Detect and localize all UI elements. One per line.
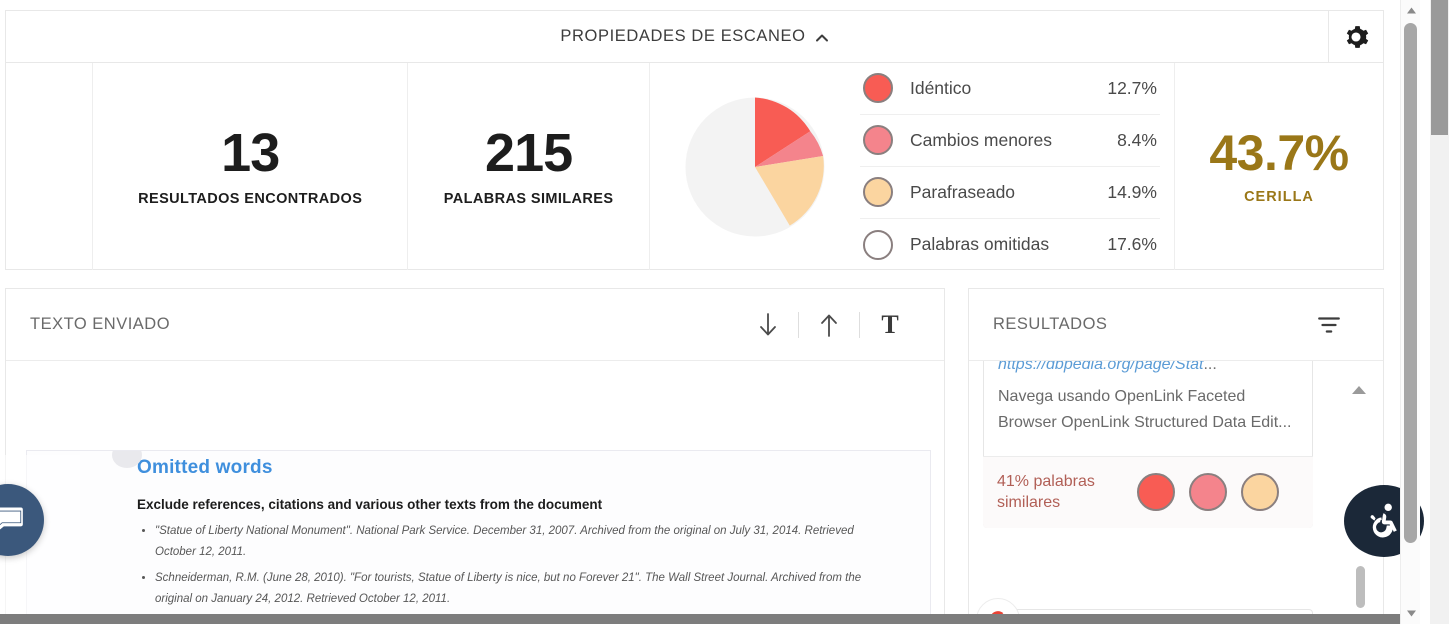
pie-chart <box>650 88 860 246</box>
match-dot-identical[interactable] <box>1137 473 1175 512</box>
result-url-text: https://dbpedia.org/page/Stat <box>998 361 1204 373</box>
legend-item-cambios-menores[interactable]: Cambios menores 8.4% <box>859 115 1160 167</box>
app-root: PROPIEDADES DE ESCANEO 13 RESULTADOS ENC… <box>0 0 1449 624</box>
wheelchair-icon <box>1370 503 1397 538</box>
filter-icon[interactable] <box>1299 305 1359 345</box>
legend-item-parafraseado[interactable]: Parafraseado 14.9% <box>859 167 1160 219</box>
submitted-text-title: TEXTO ENVIADO <box>30 315 171 333</box>
document-reference-list: "Statue of Liberty National Monument". N… <box>137 521 890 624</box>
legend-color-dot <box>862 229 893 260</box>
legend-percent: 14.9% <box>1107 181 1157 202</box>
submitted-text-header: TEXTO ENVIADO T <box>6 289 944 361</box>
text-format-icon[interactable]: T <box>860 305 920 345</box>
legend-label: Parafraseado <box>909 181 1016 202</box>
scan-properties-header[interactable]: PROPIEDADES DE ESCANEO <box>6 11 1383 63</box>
score-value: 43.7% <box>1209 125 1349 181</box>
result-match-percent: 41% palabras similares <box>997 472 1095 512</box>
page-scrollbar[interactable] <box>1430 0 1449 624</box>
legend-label: Palabras omitidas <box>909 234 1050 254</box>
list-item: "Statue of Liberty National Monument". N… <box>155 521 890 564</box>
document-body: Omitted words Exclude references, citati… <box>27 451 930 624</box>
results-title: RESULTADOS <box>993 315 1108 333</box>
results-panel: RESULTADOS https://dbpedia.org/page/Stat… <box>968 288 1384 624</box>
download-icon[interactable] <box>738 305 798 345</box>
result-match-footer: 41% palabras similares <box>983 455 1313 528</box>
legend-label: Cambios menores <box>909 129 1052 150</box>
submitted-text-toolbar: T <box>738 305 920 345</box>
stats-left-spacer <box>6 63 94 270</box>
legend-percent: 8.4% <box>1117 129 1157 150</box>
results-header: RESULTADOS <box>969 289 1383 361</box>
pie-chart-svg <box>685 96 825 237</box>
stat-similar-words: 215 PALABRAS SIMILARES <box>408 63 650 270</box>
upload-icon[interactable] <box>799 305 859 345</box>
document-viewport[interactable]: Omitted words Exclude references, citati… <box>6 361 944 624</box>
scan-stats-row: 13 RESULTADOS ENCONTRADOS 215 PALABRAS S… <box>6 63 1383 270</box>
settings-button[interactable] <box>1328 11 1383 63</box>
score-label: CERILLA <box>1244 189 1314 205</box>
similarity-breakdown: Idéntico 12.7% Cambios menores 8.4% Para… <box>650 63 1175 270</box>
stat-label: PALABRAS SIMILARES <box>443 191 614 207</box>
result-match-dots <box>1137 473 1279 512</box>
result-url[interactable]: https://dbpedia.org/page/Stat... <box>984 361 1312 374</box>
result-item[interactable]: https://dbpedia.org/page/Stat... Navega … <box>983 361 1313 528</box>
legend-label: Idéntico <box>909 77 972 98</box>
results-list[interactable]: https://dbpedia.org/page/Stat... Navega … <box>969 361 1383 624</box>
inner-scrollbar-thumb[interactable] <box>1404 23 1417 543</box>
page-content: PROPIEDADES DE ESCANEO 13 RESULTADOS ENC… <box>0 0 1400 624</box>
legend-color-dot <box>862 125 893 155</box>
document-heading: Omitted words <box>137 457 273 478</box>
gear-icon <box>1346 26 1369 48</box>
inner-scroll-down-arrow[interactable] <box>1401 605 1421 622</box>
list-item: Schneiderman, R.M. (June 28, 2010). "For… <box>155 568 890 611</box>
page-scrollbar-thumb[interactable] <box>1431 0 1448 135</box>
legend-percent: 12.7% <box>1107 77 1157 98</box>
result-description: Navega usando OpenLink Faceted Browser O… <box>998 388 1292 431</box>
stat-label: RESULTADOS ENCONTRADOS <box>138 191 363 207</box>
stat-results-found: 13 RESULTADOS ENCONTRADOS <box>93 63 409 270</box>
results-scroll-up-arrow[interactable] <box>1349 383 1369 402</box>
match-dot-minor-changes[interactable] <box>1189 473 1227 512</box>
document-page: Omitted words Exclude references, citati… <box>26 450 931 624</box>
scan-properties-title-group: PROPIEDADES DE ESCANEO <box>560 27 828 46</box>
submitted-text-panel: TEXTO ENVIADO T Omitted words Exclude re… <box>5 288 945 624</box>
legend-color-dot <box>862 177 893 207</box>
scan-properties-card: PROPIEDADES DE ESCANEO 13 RESULTADOS ENC… <box>5 10 1384 270</box>
results-scrollbar-thumb[interactable] <box>1356 566 1365 608</box>
text-format-glyph: T <box>881 309 899 339</box>
inner-scrollbar[interactable] <box>1400 0 1420 624</box>
legend-color-dot <box>862 73 893 103</box>
result-url-ellipsis: ... <box>1203 361 1217 373</box>
stat-value: 13 <box>221 123 280 183</box>
page-bottom-bar <box>0 614 1400 624</box>
page-title: PROPIEDADES DE ESCANEO <box>560 27 806 45</box>
inner-scroll-up-arrow[interactable] <box>1401 2 1421 19</box>
overall-match-score: 43.7% CERILLA <box>1175 63 1383 270</box>
pie-legend: Idéntico 12.7% Cambios menores 8.4% Para… <box>859 63 1160 271</box>
document-subheading: Exclude references, citations and variou… <box>137 497 603 512</box>
legend-item-palabras-omitidas[interactable]: Palabras omitidas 17.6% <box>860 219 1160 271</box>
match-dot-paraphrased[interactable] <box>1241 473 1279 512</box>
stat-value: 215 <box>485 123 573 183</box>
chevron-up-icon[interactable] <box>815 31 829 45</box>
legend-item-identico[interactable]: Idéntico 12.7% <box>859 63 1160 115</box>
legend-percent: 17.6% <box>1107 234 1157 254</box>
chat-bubble-icon <box>0 507 23 530</box>
